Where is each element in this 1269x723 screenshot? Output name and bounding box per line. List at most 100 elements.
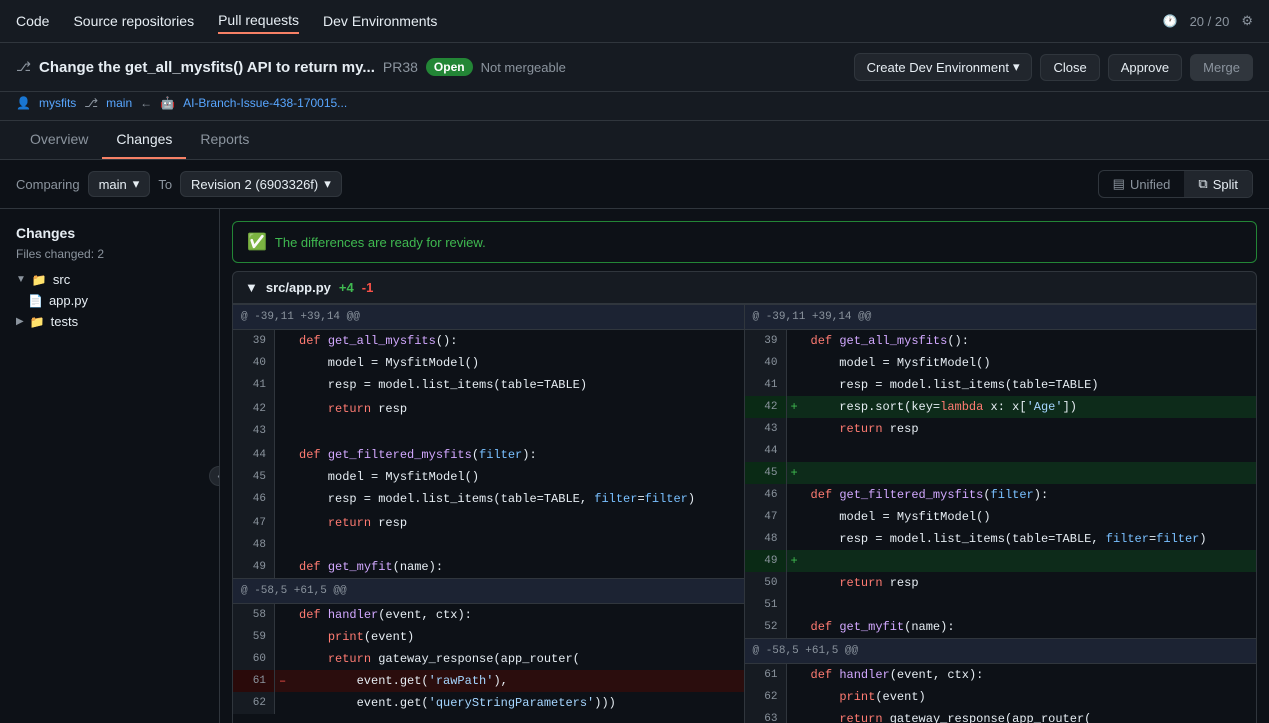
user-icon: 👤 (16, 96, 31, 110)
diff-right-panel: @ -39,11 +39,14 @@ 39 def get_all_mysfit… (745, 304, 1257, 723)
to-revision-select[interactable]: Revision 2 (6903326f) ▾ (180, 171, 342, 197)
success-banner: ✅ The differences are ready for review. (232, 221, 1257, 263)
table-row: 39 def get_all_mysfits(): (745, 330, 1257, 352)
file-header: ▼ src/app.py +4 -1 (232, 271, 1257, 304)
table-row: 43 (233, 420, 744, 442)
table-row: 58 def handler(event, ctx): (233, 604, 744, 626)
dropdown-icon: ▾ (133, 176, 140, 192)
file-path: src/app.py (266, 280, 331, 295)
folder-icon: 📁 (32, 273, 47, 287)
merge-button: Merge (1190, 54, 1253, 81)
hunk-header-right-1: @ -39,11 +39,14 @@ (745, 304, 1257, 330)
approve-button[interactable]: Approve (1108, 54, 1182, 81)
table-row: 48 resp = model.list_items(table=TABLE, … (745, 528, 1257, 550)
hunk-header-left-2: @ -58,5 +61,5 @@ (233, 578, 744, 604)
table-row: 48 (233, 534, 744, 556)
diff-area: ✅ The differences are ready for review. … (220, 209, 1269, 723)
nav-item-pull-requests[interactable]: Pull requests (218, 8, 299, 34)
table-row: 51 (745, 594, 1257, 616)
table-row: 46 def get_filtered_mysfits(filter): (745, 484, 1257, 506)
branch-icon: ⎇ (84, 96, 98, 110)
table-row: 49 + (745, 550, 1257, 572)
ai-icon: 🤖 (160, 96, 175, 110)
close-button[interactable]: Close (1040, 54, 1099, 81)
create-dev-environment-button[interactable]: Create Dev Environment ▾ (854, 53, 1033, 81)
table-row: 42 + resp.sort(key=lambda x: x['Age']) (745, 396, 1257, 418)
dropdown-chevron-icon: ▾ (1013, 59, 1020, 75)
clock-icon: 🕐 (1163, 14, 1178, 28)
unified-view-button[interactable]: ▤ Unified (1099, 171, 1185, 197)
diff-split-view: @ -39,11 +39,14 @@ 39 def get_all_mysfit… (232, 304, 1257, 723)
table-row: 62 event.get('queryStringParameters'))) (233, 692, 744, 714)
folder-name-tests: tests (51, 314, 78, 329)
main-content: Changes Files changed: 2 ▼ 📁 src 📄 app.p… (0, 209, 1269, 723)
folder-src[interactable]: ▼ 📁 src (8, 269, 211, 290)
nav-item-source-repos[interactable]: Source repositories (73, 9, 194, 33)
top-nav: Code Source repositories Pull requests D… (0, 0, 1269, 43)
to-branch-link[interactable]: AI-Branch-Issue-438-170015... (183, 96, 347, 110)
check-circle-icon: ✅ (247, 232, 267, 252)
files-changed-subtitle: Files changed: 2 (8, 245, 211, 269)
pr-type-icon: ⎇ (16, 59, 31, 75)
table-row: 52 def get_myfit(name): (745, 616, 1257, 638)
comparing-label: Comparing (16, 177, 80, 192)
table-row: 40 model = MysfitModel() (745, 352, 1257, 374)
branch-arrow: ← (140, 96, 152, 110)
table-row: 46 resp = model.list_items(table=TABLE, … (233, 488, 744, 510)
tab-overview[interactable]: Overview (16, 121, 102, 159)
collapse-icon[interactable]: ▼ (245, 280, 258, 295)
tab-changes[interactable]: Changes (102, 121, 186, 159)
chevron-down-icon: ▼ (16, 274, 26, 285)
file-app-py[interactable]: 📄 app.py (8, 290, 211, 311)
table-row: 41 resp = model.list_items(table=TABLE) (233, 374, 744, 396)
from-branch-select[interactable]: main ▾ (88, 171, 151, 197)
diff-left-panel: @ -39,11 +39,14 @@ 39 def get_all_mysfit… (233, 304, 745, 723)
nav-item-code[interactable]: Code (16, 9, 49, 33)
table-row: 63 return gateway_response(app_router( (745, 708, 1257, 723)
changes-title: Changes (8, 221, 211, 245)
table-row: 45 model = MysfitModel() (233, 466, 744, 488)
table-row: 62 print(event) (745, 686, 1257, 708)
hunk-header-left-1: @ -39,11 +39,14 @@ (233, 304, 744, 330)
pr-open-badge: Open (426, 58, 473, 76)
table-row: 39 def get_all_mysfits(): (233, 330, 744, 352)
file-icon-app: 📄 (28, 294, 43, 308)
table-row: 47 model = MysfitModel() (745, 506, 1257, 528)
pr-title: Change the get_all_mysfits() API to retu… (39, 59, 375, 76)
table-row: 49 def get_myfit(name): (233, 556, 744, 578)
from-user-link[interactable]: mysfits (39, 96, 76, 110)
table-row: 60 return gateway_response(app_router( (233, 648, 744, 670)
view-toggle: ▤ Unified ⧉ Split (1098, 170, 1253, 198)
additions-count: +4 (339, 280, 354, 295)
pr-not-mergeable: Not mergeable (481, 60, 566, 75)
table-row: 40 model = MysfitModel() (233, 352, 744, 374)
chevron-right-icon: ▶ (16, 316, 24, 327)
pr-counter: 20 / 20 (1190, 14, 1230, 29)
table-row: 45 + (745, 462, 1257, 484)
table-row: 41 resp = model.list_items(table=TABLE) (745, 374, 1257, 396)
folder-name-src: src (53, 272, 70, 287)
table-row: 61 – event.get('rawPath'), (233, 670, 744, 692)
pr-number: PR38 (383, 59, 418, 75)
folder-tests[interactable]: ▶ 📁 tests (8, 311, 211, 332)
sub-nav: Overview Changes Reports (0, 121, 1269, 160)
table-row: 61 def handler(event, ctx): (745, 664, 1257, 686)
pr-header: ⎇ Change the get_all_mysfits() API to re… (0, 43, 1269, 92)
split-icon: ⧉ (1198, 176, 1207, 192)
settings-icon[interactable]: ⚙ (1241, 13, 1253, 29)
tab-reports[interactable]: Reports (186, 121, 263, 159)
folder-icon-tests: 📁 (30, 315, 45, 329)
table-row: 44 (745, 440, 1257, 462)
from-branch-link[interactable]: main (106, 96, 132, 110)
table-row: 43 return resp (745, 418, 1257, 440)
split-view-button[interactable]: ⧉ Split (1184, 171, 1252, 197)
file-sidebar: Changes Files changed: 2 ▼ 📁 src 📄 app.p… (0, 209, 220, 723)
table-row: 44 def get_filtered_mysfits(filter): (233, 444, 744, 466)
table-row: 42 return resp (233, 398, 744, 420)
sidebar-collapse-button[interactable]: ‹ (209, 466, 220, 486)
success-message: The differences are ready for review. (275, 235, 486, 250)
nav-item-dev-environments[interactable]: Dev Environments (323, 9, 437, 33)
table-row: 59 print(event) (233, 626, 744, 648)
deletions-count: -1 (362, 280, 374, 295)
unified-icon: ▤ (1113, 176, 1125, 192)
